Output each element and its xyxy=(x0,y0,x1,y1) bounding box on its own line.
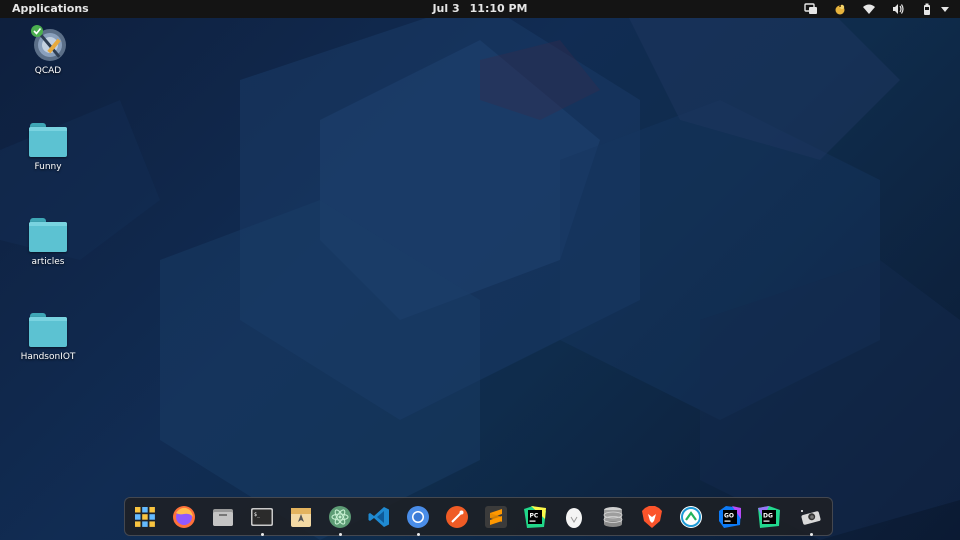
dock-item-screenshot-tool[interactable] xyxy=(797,503,825,536)
system-tray xyxy=(789,3,950,15)
wifi-icon[interactable] xyxy=(862,3,876,15)
egg-icon xyxy=(566,508,582,528)
running-indicator xyxy=(810,533,813,536)
desktop-icon-funny[interactable]: Funny xyxy=(13,120,83,172)
files-icon xyxy=(213,509,233,526)
dock-item-chromium[interactable] xyxy=(404,503,432,536)
battery-icon[interactable] xyxy=(920,3,934,15)
dock-item-postman[interactable] xyxy=(443,503,471,531)
folder-icon xyxy=(28,120,68,160)
sync-app-icon xyxy=(680,506,702,528)
wallpaper xyxy=(0,0,960,540)
dock-item-goland[interactable]: GO xyxy=(716,503,744,531)
running-indicator xyxy=(261,533,264,536)
vscode-icon xyxy=(368,507,389,527)
dock-item-atom[interactable] xyxy=(326,503,354,536)
svg-text:GO: GO xyxy=(724,513,734,520)
screenshot-tool-icon xyxy=(801,510,821,525)
datagrip-icon: DG xyxy=(758,506,780,528)
time-label: 11:10 PM xyxy=(469,2,528,15)
appcenter-icon xyxy=(291,508,311,527)
desktop-icon-label: Funny xyxy=(34,162,62,172)
postman-icon xyxy=(446,506,468,528)
dock-item-sync-app[interactable] xyxy=(677,503,705,531)
desktop-icon-label: HandsonIOT xyxy=(20,352,76,362)
dock-item-database[interactable] xyxy=(599,503,627,531)
dock-item-appcenter[interactable] xyxy=(287,503,315,531)
dock-item-app-grid[interactable] xyxy=(131,503,159,531)
folder-icon xyxy=(28,215,68,255)
goland-icon: GO xyxy=(719,506,741,528)
date-label: Jul 3 xyxy=(432,2,460,15)
running-indicator xyxy=(339,533,342,536)
dock-item-egg[interactable] xyxy=(560,503,588,531)
desktop[interactable]: Applications Jul 3 11:10 PM QCAD Funny a… xyxy=(0,0,960,540)
dock-item-pycharm[interactable]: PC xyxy=(521,503,549,531)
top-panel: Applications Jul 3 11:10 PM xyxy=(0,0,960,18)
app-grid-icon xyxy=(135,507,155,527)
dock-item-vscode[interactable] xyxy=(365,503,393,531)
volume-icon[interactable] xyxy=(891,3,905,15)
screen-share-icon[interactable] xyxy=(804,3,818,15)
svg-text:PC: PC xyxy=(530,513,539,520)
svg-text:DG: DG xyxy=(763,513,773,520)
pycharm-icon: PC xyxy=(524,506,546,528)
dock-item-brave[interactable] xyxy=(638,503,666,531)
dock-item-sublime-text[interactable] xyxy=(482,503,510,531)
sublime-text-icon xyxy=(485,506,507,528)
dock: $_ PC GO DG xyxy=(124,497,833,536)
desktop-icon-label: articles xyxy=(31,257,65,267)
folder-icon xyxy=(28,310,68,350)
dock-item-datagrip[interactable]: DG xyxy=(755,503,783,531)
firefox-icon xyxy=(173,506,195,528)
svg-text:$_: $_ xyxy=(254,512,261,518)
terminal-icon: $_ xyxy=(251,508,273,526)
dock-item-files[interactable] xyxy=(209,503,237,531)
brave-icon xyxy=(642,506,662,528)
desktop-icon-handsoniot[interactable]: HandsonIOT xyxy=(13,310,83,362)
desktop-icon-label: QCAD xyxy=(34,66,62,76)
desktop-icon-articles[interactable]: articles xyxy=(13,215,83,267)
chevron-down-icon[interactable] xyxy=(940,3,950,15)
dock-item-firefox[interactable] xyxy=(170,503,198,531)
desktop-icon-qcad[interactable]: QCAD xyxy=(13,24,83,76)
chromium-icon xyxy=(407,506,429,528)
atom-icon xyxy=(329,506,351,528)
qcad-app-icon xyxy=(28,24,68,64)
notification-bell-icon[interactable] xyxy=(833,3,847,15)
dock-item-terminal[interactable]: $_ xyxy=(248,503,276,536)
running-indicator xyxy=(417,533,420,536)
database-icon xyxy=(603,507,623,527)
